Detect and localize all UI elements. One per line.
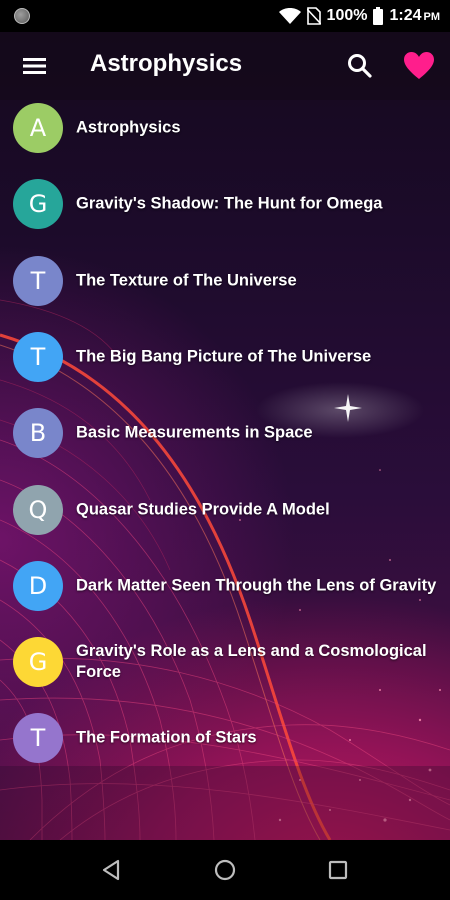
search-button[interactable] (345, 51, 375, 81)
list-item-title: The Big Bang Picture of The Universe (76, 347, 372, 366)
letter-avatar: T (13, 331, 63, 382)
menu-button[interactable] (20, 52, 50, 80)
back-triangle-icon (102, 859, 120, 881)
list-item[interactable]: Q Quasar Studies Provide A Model (0, 472, 450, 548)
battery-icon (373, 7, 384, 25)
list-item[interactable]: G Gravity's Role as a Lens and a Cosmolog… (0, 624, 450, 700)
navigation-bar (0, 840, 450, 900)
letter-avatar: A (13, 103, 63, 153)
status-bar: 100% 1:24 PM (0, 0, 450, 32)
list-item[interactable]: T The Formation of Stars (0, 700, 450, 776)
list-item[interactable]: T The Texture of The Universe (0, 243, 450, 319)
list-item-title: Gravity's Shadow: The Hunt for Omega (76, 194, 383, 213)
list-item-title: Gravity's Role as a Lens and a Cosmologi… (76, 642, 427, 682)
list-item-title: Quasar Studies Provide A Model (76, 500, 330, 518)
clock-time: 1:24 (389, 7, 422, 24)
recents-button[interactable] (326, 858, 350, 882)
letter-avatar: G (13, 637, 63, 688)
clock-ampm: PM (423, 11, 441, 23)
list-item-title: Astrophysics (76, 118, 181, 137)
list-item[interactable]: A Astrophysics (0, 90, 450, 166)
list-item[interactable]: T The Big Bang Picture of The Universe (0, 319, 450, 395)
list-item-title: Dark Matter Seen Through the Lens of Gra… (76, 576, 437, 595)
list-item-title: The Formation of Stars (76, 728, 257, 747)
status-indicators: 100% 1:24 PM (278, 0, 441, 32)
letter-avatar: T (13, 255, 63, 306)
home-circle-icon (214, 859, 236, 881)
letter-avatar: T (13, 713, 63, 764)
list-item-title: The Texture of The Universe (76, 271, 297, 290)
home-button[interactable] (213, 858, 237, 882)
list-item[interactable]: B Basic Measurements in Space (0, 395, 450, 471)
wifi-icon (278, 8, 301, 24)
list-item-title: Basic Measurements in Space (76, 423, 313, 442)
search-icon (348, 54, 372, 78)
battery-percent: 100% (326, 7, 368, 24)
notification-icon (14, 8, 30, 24)
app-screen: 100% 1:24 PM Astrophysics A Astrophysics… (0, 0, 450, 900)
page-title: Astrophysics (90, 50, 243, 77)
list-item[interactable]: D Dark Matter Seen Through the Lens of Gr… (0, 548, 450, 624)
heart-icon (404, 52, 434, 79)
letter-avatar: D (13, 560, 63, 611)
recents-square-icon (328, 860, 348, 880)
no-sim-icon (306, 7, 321, 25)
list-item[interactable]: G Gravity's Shadow: The Hunt for Omega (0, 166, 450, 242)
back-button[interactable] (100, 858, 124, 882)
hamburger-menu-icon (23, 58, 46, 74)
letter-avatar: Q (13, 484, 63, 535)
favorites-button[interactable] (403, 51, 435, 81)
letter-avatar: B (13, 408, 63, 459)
list-footer-area (0, 766, 450, 840)
letter-avatar: G (13, 179, 63, 230)
